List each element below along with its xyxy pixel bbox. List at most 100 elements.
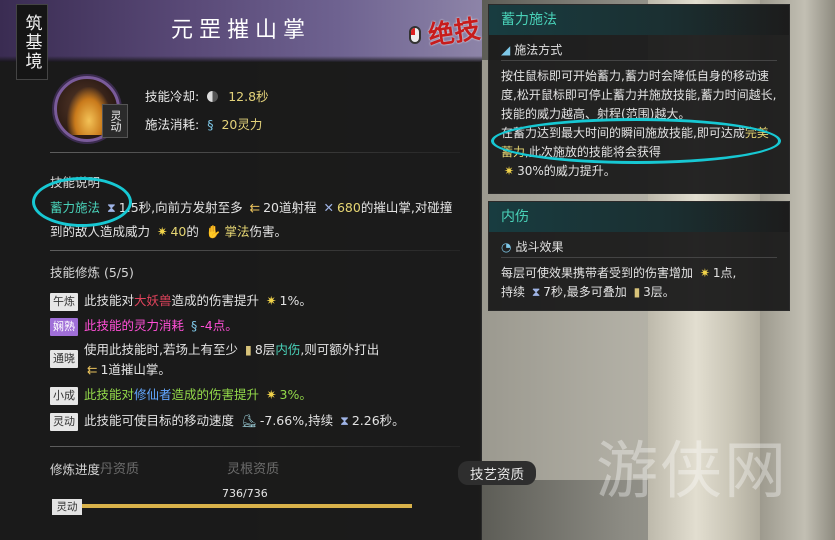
charge-cast-title: 蓄力施法 [489,5,789,35]
cultivation-row-3: 通晓 使用此技能时,若场上有至少 ▮ 8层内伤,则可额外打出 ⇇ 1道摧山掌。 [50,340,470,380]
cultivation-tag: 午炼 [50,293,78,311]
injury-value: 3层。 [643,285,675,299]
hourglass-icon: ⧗ [340,413,349,428]
cult-value: 1%。 [279,293,312,308]
cult-keyword: 修仙者 [134,387,172,402]
moon-icon [207,91,219,102]
charge-text: 30%的威力提升。 [517,164,616,178]
cultivation-row-5: 灵动 此技能可使目标的移动速度 ⛸ -7.66%,持续 ⧗ 2.26秒。 [50,411,470,431]
desc-text: 的 [186,224,199,239]
charge-text: 按住鼠标即可开始蓄力,蓄力时会降低自身的移动速度,松开鼠标即可停止蓄力并施放技能… [501,69,777,121]
description-title: 技能说明 [50,175,101,190]
cult-text: 此技能对 [84,293,135,308]
injury-value: 1点, [712,266,737,280]
progress-tag: 灵动 [52,499,82,515]
divider [50,152,460,153]
desc-text: 伤害。 [249,224,287,239]
arrow-icon: ⇇ [87,362,98,377]
charge-text: ,此次施放的技能将会获得 [525,145,661,159]
cult-text: 使用此技能时,若场上有至少 [84,342,238,357]
cultivation-tag: 灵动 [50,413,78,431]
internal-injury-panel: 内伤 ◔ 战斗效果 每层可使效果携带者受到的伤害增加 ✷ 1点, 持续 ⧗ 7秒,最多… [488,201,790,311]
bg-tab: 丹资质 [100,462,140,477]
cultivation-tag: 通晓 [50,350,78,368]
spirit-icon: § [207,117,214,132]
cast-mode-label: 施法方式 [514,43,563,57]
cult-text: 造成的伤害提升 [171,387,260,402]
cost-label: 施法消耗: [145,117,200,132]
skill-tag: 灵动 [102,104,128,138]
progress-title: 修炼进度 [50,462,101,477]
wand-icon: ◢ [501,43,511,57]
scroll-icon: ▮ [244,342,252,357]
cult-value: 8层 [254,342,276,357]
charge-cast-panel: 蓄力施法 ◢ 施法方式 按住鼠标即可开始蓄力,蓄力时会降低自身的移动速度,松开鼠标… [488,4,790,194]
desc-text: 1.5秒,向前方发射至多 [118,200,243,215]
power-icon: ✷ [699,266,710,280]
injury-body: 每层可使效果携带者受到的伤害增加 ✷ 1点, 持续 ⧗ 7秒,最多可叠加 ▮ 3层。 [489,258,789,310]
power-value: 40 [170,224,187,239]
cult-value: 2.26秒。 [351,413,405,428]
injury-text: 持续 [501,285,526,299]
progress-fill [80,504,412,508]
cast-mode-subtitle: ◢ 施法方式 [501,39,777,61]
boot-icon: ⛸ [241,413,257,428]
power-icon: ✷ [504,164,515,178]
cult-value: -4点。 [200,318,238,333]
progress-text: 736/736 [222,487,268,500]
power-icon: ✷ [266,387,277,402]
bg-tab: 灵根资质 [227,462,280,477]
swirl-icon: ◔ [501,240,512,254]
injury-value: 7秒,最多可叠加 [543,285,627,299]
charge-cast-keyword[interactable]: 蓄力施法 [50,200,100,215]
cultivation-tag: 娴熟 [50,318,78,336]
watermark: 游侠网 [596,434,789,507]
cultivation-title: 技能修炼 (5/5) [50,265,134,280]
cost-value: 20灵力 [221,117,263,132]
ultimate-label: 绝技 [426,14,483,52]
skill-description: 蓄力施法 ⧗ 1.5秒,向前方发射至多 ⇇ 20道射程 ✕ 680的摧山掌,对碰撞到的… [50,196,460,244]
scroll-icon: ▮ [633,285,641,299]
background-tabs: 丹资质 灵根资质 [100,458,279,477]
cost-row: 施法消耗: § 20灵力 [145,114,262,133]
palm-icon: ✋ [205,224,222,239]
palm-keyword: 掌法 [224,224,250,239]
divider [50,250,460,251]
mouse-icon [409,26,421,44]
range-icon: ✕ [323,200,334,215]
cultivation-row-1: 午炼 此技能对大妖兽造成的伤害提升 ✷ 1%。 [50,291,470,311]
battle-effect-label: 战斗效果 [515,240,564,254]
cult-text: 造成的伤害提升 [171,293,260,308]
battle-effect-subtitle: ◔ 战斗效果 [501,236,777,258]
arrow-icon: ⇇ [249,200,261,215]
cult-text: 此技能的灵力消耗 [84,318,185,333]
cult-text: 此技能对 [84,387,135,402]
realm-badge: 筑基境 [16,4,48,80]
charge-cast-body: 按住鼠标即可开始蓄力,蓄力时会降低自身的移动速度,松开鼠标即可停止蓄力并施放技能… [489,61,789,189]
tech-aptitude-tab[interactable]: 技艺资质 [458,461,536,485]
divider [50,446,460,447]
range-value: 680 [336,200,361,215]
desc-text: 20道射程 [263,200,317,215]
injury-text: 每层可使效果携带者受到的伤害增加 [501,266,694,280]
cult-keyword: 大妖兽 [134,293,172,308]
cult-text: ,则可额外打出 [300,342,380,357]
cult-text: 此技能可使目标的移动速度 [84,413,235,428]
hourglass-icon: ⧗ [107,200,116,215]
cult-value: 3%。 [279,387,312,402]
power-icon: ✷ [266,293,277,308]
spirit-icon: § [191,318,198,333]
injury-title: 内伤 [489,202,789,232]
cooldown-label: 技能冷却: [145,89,200,104]
progress-bar [80,504,412,508]
power-icon: ✷ [157,224,168,239]
cultivation-tag: 小成 [50,387,78,405]
cult-text: 1道摧山掌。 [100,362,171,377]
charge-text: 在蓄力达到最大时间的瞬间施放技能,即可达成 [501,126,745,140]
cooldown-row: 技能冷却: 12.8秒 [145,86,269,105]
cultivation-row-2: 娴熟 此技能的灵力消耗 § -4点。 [50,316,470,336]
cult-value: -7.66%,持续 [259,413,334,428]
internal-injury-keyword[interactable]: 内伤 [275,342,300,357]
hourglass-icon: ⧗ [531,285,541,299]
cooldown-value: 12.8秒 [228,89,269,104]
